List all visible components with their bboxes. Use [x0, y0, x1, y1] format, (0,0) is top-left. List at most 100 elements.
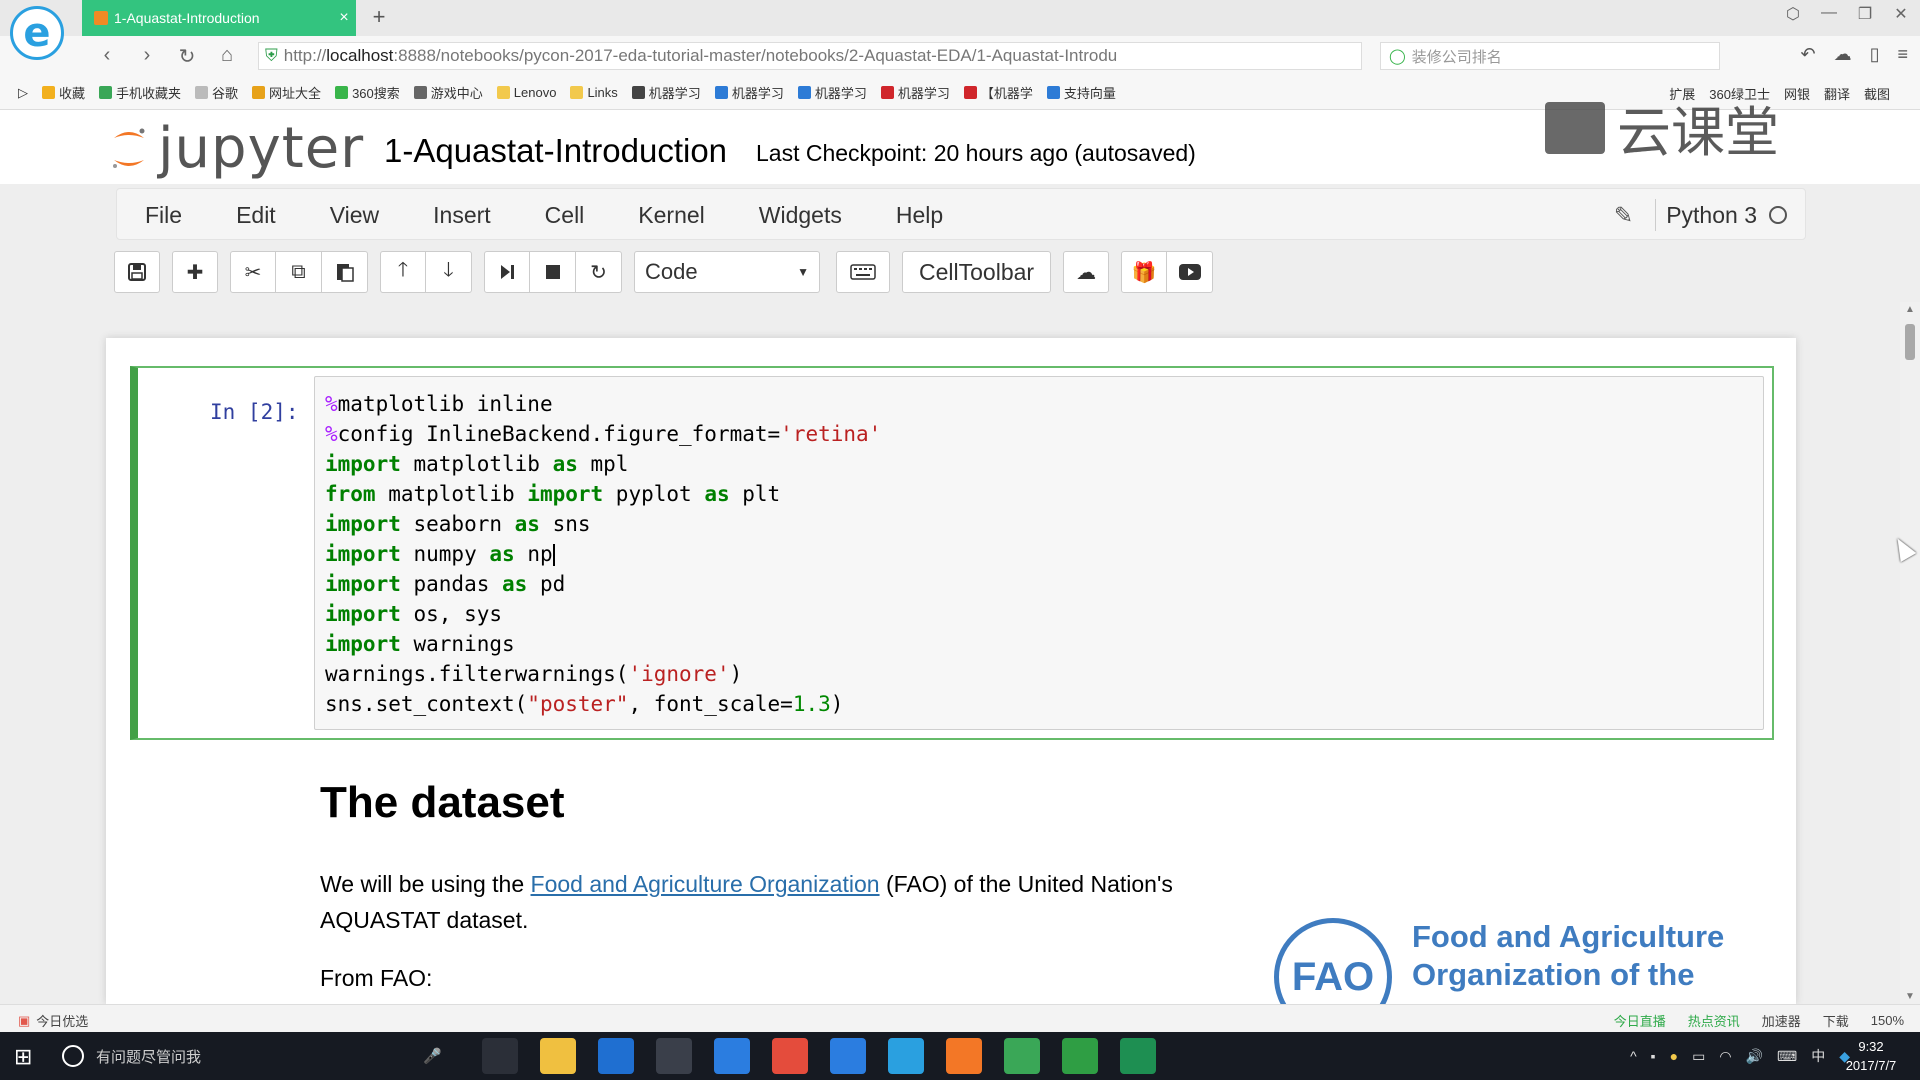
keyboard-tray-icon[interactable]: ⌨ — [1777, 1048, 1797, 1065]
taskbar-clock[interactable]: 9:32 2017/7/7 — [1836, 1037, 1906, 1075]
copy-button[interactable]: ⧉ — [276, 251, 322, 293]
cut-button[interactable]: ✂ — [230, 251, 276, 293]
bookmark-item[interactable]: 【机器学 — [963, 83, 1033, 102]
app-cam-taskbar-icon[interactable] — [1062, 1038, 1098, 1074]
bookmark-item[interactable]: 机器学习 — [797, 83, 867, 102]
tab-notebook[interactable]: 1-Aquastat-Introduction × — [82, 0, 356, 36]
insert-cell-button[interactable]: ✚ — [172, 251, 218, 293]
status-download[interactable]: 下载 — [1823, 1011, 1849, 1030]
move-up-button[interactable]: 🡑 — [380, 251, 426, 293]
forward-icon[interactable]: › — [136, 44, 158, 69]
menu-edit[interactable]: Edit — [236, 202, 276, 229]
menu-file[interactable]: File — [145, 202, 182, 229]
bookmark-item[interactable]: 支持向量 — [1046, 83, 1116, 102]
run-button[interactable] — [484, 251, 530, 293]
microphone-icon[interactable]: 🎤 — [423, 1047, 442, 1065]
bookmark-item[interactable]: 谷歌 — [195, 83, 238, 102]
skin-icon[interactable]: ⬡ — [1784, 4, 1802, 24]
jupyter-app-taskbar-icon[interactable] — [946, 1038, 982, 1074]
reload-icon[interactable]: ↻ — [176, 44, 198, 69]
menu-help[interactable]: Help — [896, 202, 943, 229]
cell-type-select[interactable]: Code ▼ — [634, 251, 820, 293]
code-cell-selected[interactable]: In [2]: %matplotlib inline %config Inlin… — [130, 366, 1774, 740]
url-input[interactable]: ⛨ http://localhost:8888/notebooks/pycon-… — [258, 42, 1362, 70]
ie-browser-taskbar-icon[interactable] — [888, 1038, 924, 1074]
scroll-down-icon[interactable]: ▼ — [1900, 991, 1920, 1002]
browser-logo-icon[interactable]: e — [10, 6, 64, 60]
wifi-icon[interactable]: ◠ — [1719, 1048, 1731, 1065]
back-icon[interactable]: ‹ — [96, 44, 118, 69]
menu-view[interactable]: View — [330, 202, 379, 229]
app-blue-taskbar-icon[interactable] — [714, 1038, 750, 1074]
command-palette-button[interactable] — [836, 251, 890, 293]
battery-icon[interactable]: ▭ — [1692, 1048, 1705, 1065]
bookmark-item[interactable]: 360搜索 — [335, 83, 400, 102]
menu-widgets[interactable]: Widgets — [759, 202, 842, 229]
task-view-taskbar-icon[interactable] — [482, 1038, 518, 1074]
tray-expand-icon[interactable]: ^ — [1630, 1048, 1637, 1064]
restart-button[interactable]: ↻ — [576, 251, 622, 293]
bookmark-tool[interactable]: 翻译 — [1824, 84, 1850, 103]
bookmark-item[interactable]: Lenovo — [496, 85, 556, 100]
menu-icon[interactable]: ≡ — [1897, 44, 1908, 65]
home-icon[interactable]: ⌂ — [216, 44, 238, 69]
chrome-taskbar-icon[interactable] — [772, 1038, 808, 1074]
status-left[interactable]: ▣ 今日优选 — [18, 1011, 88, 1030]
gift-button[interactable]: 🎁 — [1121, 251, 1168, 293]
scroll-thumb[interactable] — [1905, 324, 1915, 360]
restore-icon[interactable]: ❐ — [1856, 4, 1874, 24]
status-live[interactable]: 今日直播 — [1614, 1011, 1666, 1030]
edge-taskbar-icon[interactable] — [598, 1038, 634, 1074]
cortana-search[interactable]: 有问题尽管问我 🎤 — [62, 1038, 452, 1074]
zoom-level[interactable]: 150% — [1871, 1013, 1904, 1028]
save-button[interactable] — [114, 251, 160, 293]
move-down-button[interactable]: 🡓 — [426, 251, 472, 293]
bookmark-item[interactable]: 网址大全 — [252, 83, 321, 102]
scroll-up-icon[interactable]: ▲ — [1900, 304, 1920, 315]
bookmark-item[interactable]: 机器学习 — [880, 83, 950, 102]
page-scrollbar[interactable]: ▲ ▼ — [1900, 302, 1920, 1004]
cloud-icon[interactable]: ☁ — [1834, 44, 1852, 65]
bookmark-tool[interactable]: 截图 — [1864, 84, 1890, 103]
status-news[interactable]: 热点资讯 — [1688, 1011, 1740, 1030]
browser-search-input[interactable]: ◯ 装修公司排名 — [1380, 42, 1720, 70]
phone-icon[interactable]: ▯ — [1870, 44, 1880, 65]
upload-button[interactable]: ☁ — [1063, 251, 1110, 293]
bookmark-item[interactable]: 游戏中心 — [413, 83, 483, 102]
tray-360-icon[interactable]: ● — [1670, 1048, 1678, 1064]
bookmarks-toggle-icon[interactable]: ▷ — [18, 85, 28, 101]
interrupt-button[interactable] — [530, 251, 576, 293]
bookmark-item[interactable]: 机器学习 — [714, 83, 784, 102]
jupyter-logo[interactable]: jupyter — [110, 116, 364, 181]
close-window-icon[interactable]: ✕ — [1892, 4, 1910, 24]
bookmark-tool[interactable]: 网银 — [1784, 84, 1810, 103]
tray-app-icon[interactable]: ▪ — [1651, 1048, 1656, 1064]
menu-insert[interactable]: Insert — [433, 202, 491, 229]
menu-kernel[interactable]: Kernel — [638, 202, 704, 229]
notebook-name[interactable]: 1-Aquastat-Introduction — [384, 132, 727, 170]
status-accelerator[interactable]: 加速器 — [1762, 1011, 1801, 1030]
store-taskbar-icon[interactable] — [656, 1038, 692, 1074]
paste-button[interactable] — [322, 251, 368, 293]
bookmark-item[interactable]: Links — [570, 85, 618, 100]
volume-icon[interactable]: 🔊 — [1746, 1048, 1763, 1065]
new-tab-button[interactable]: + — [366, 4, 392, 30]
bookmark-item[interactable]: 收藏 — [42, 83, 85, 102]
app-mail-taskbar-icon[interactable] — [830, 1038, 866, 1074]
ime-indicator[interactable]: 中 — [1811, 1046, 1825, 1066]
windows-start-icon[interactable]: ⊞ — [14, 1044, 32, 1070]
app-c-taskbar-icon[interactable] — [1120, 1038, 1156, 1074]
code-editor[interactable]: %matplotlib inline %config InlineBackend… — [314, 376, 1764, 730]
menu-cell[interactable]: Cell — [545, 202, 585, 229]
undo-icon[interactable]: ↶ — [1800, 44, 1815, 65]
slideshow-button[interactable] — [1167, 251, 1214, 293]
app-green-taskbar-icon[interactable] — [1004, 1038, 1040, 1074]
tab-close-icon[interactable]: × — [332, 9, 356, 27]
bookmark-item[interactable]: 机器学习 — [631, 83, 701, 102]
celltoolbar-button[interactable]: CellToolbar — [902, 251, 1052, 293]
edit-mode-pencil-icon[interactable]: ✎ — [1614, 202, 1633, 229]
bookmark-item[interactable]: 手机收藏夹 — [99, 83, 181, 102]
fao-link[interactable]: Food and Agriculture Organization — [531, 871, 880, 897]
file-explorer-taskbar-icon[interactable] — [540, 1038, 576, 1074]
minimize-icon[interactable]: — — [1820, 4, 1838, 24]
